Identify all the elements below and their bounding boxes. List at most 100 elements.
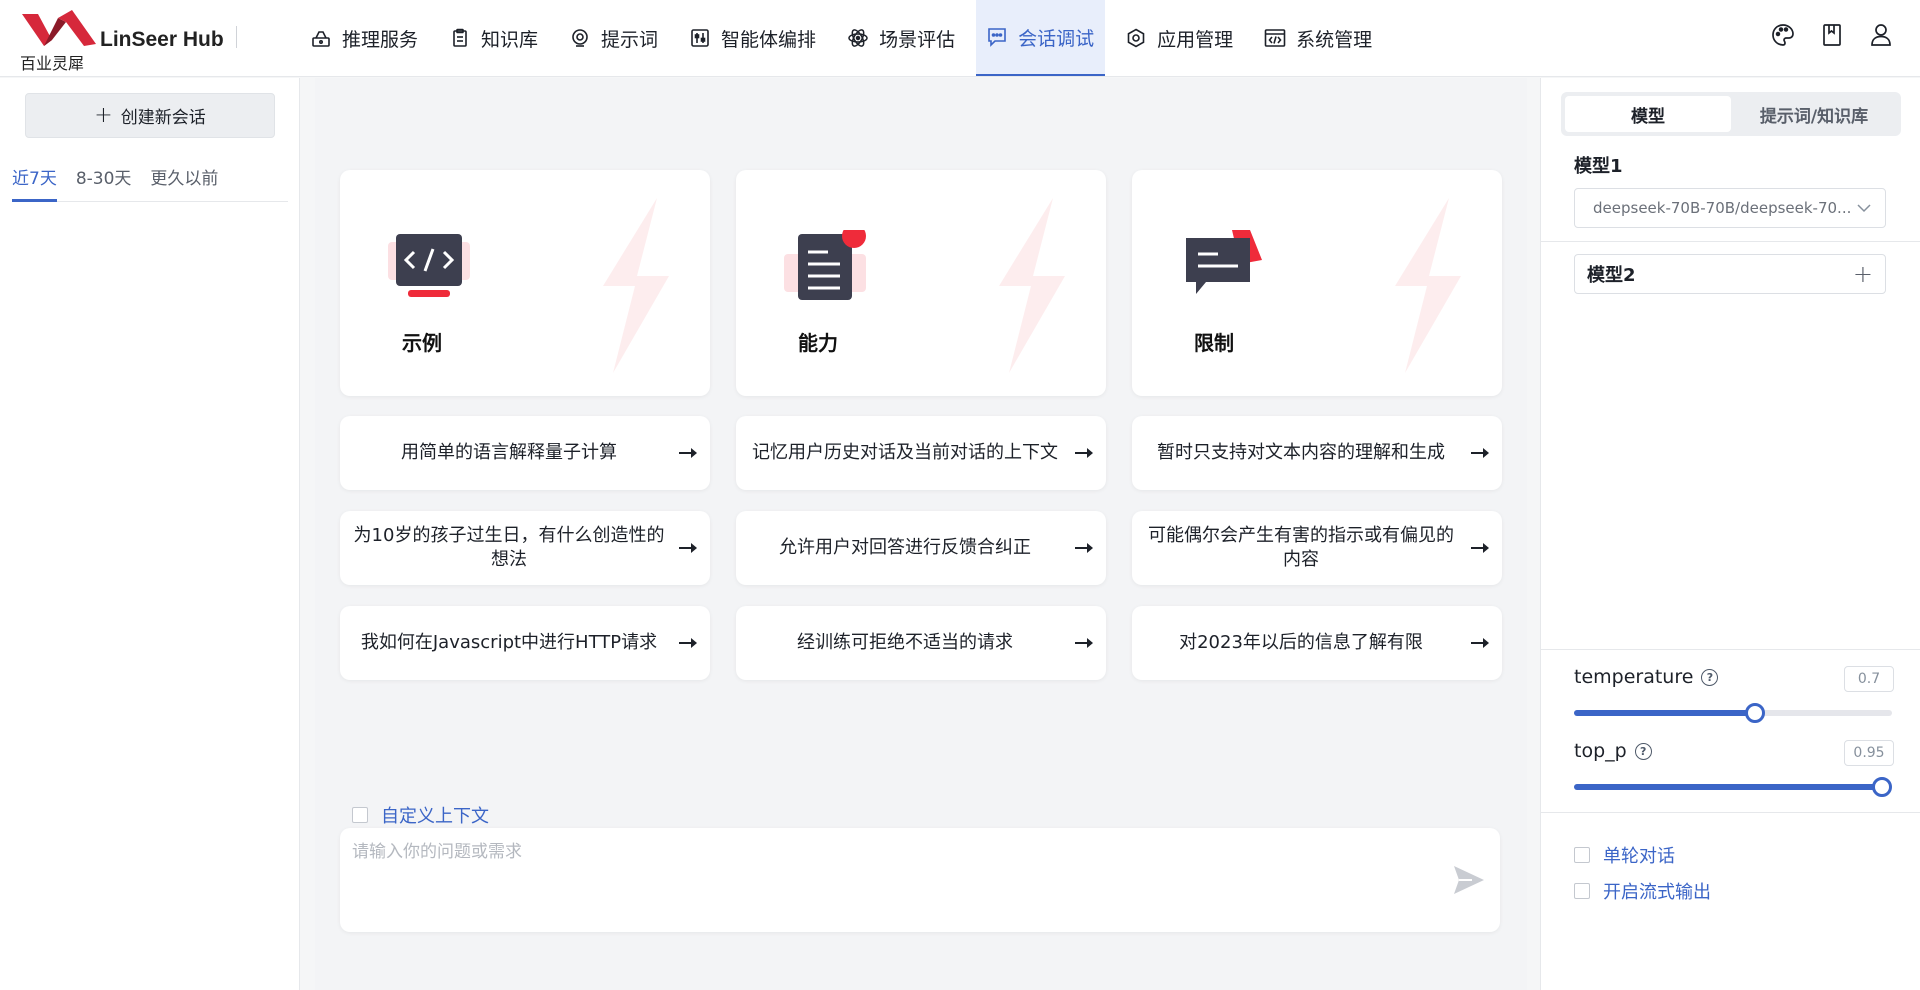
hexagon-gear-icon <box>1125 27 1147 49</box>
logo-mark-icon <box>22 10 96 46</box>
prompt-text: 可能偶尔会产生有害的指示或有偏见的内容 <box>1148 525 1454 570</box>
code-monitor-icon <box>388 234 470 297</box>
prompt-text: 允许用户对回答进行反馈合纠正 <box>779 537 1031 558</box>
nav-item-app-management[interactable]: 应用管理 <box>1115 0 1244 76</box>
prompt-suggestion[interactable]: 可能偶尔会产生有害的指示或有偏见的内容 <box>1132 511 1502 585</box>
conversation-sidebar: + 创建新会话 近7天 8-30天 更久以前 <box>0 78 300 990</box>
single-turn-checkbox[interactable] <box>1574 847 1590 863</box>
feature-card-examples: 示例 <box>340 170 710 396</box>
user-icon[interactable] <box>1868 22 1894 48</box>
prompt-suggestion[interactable]: 记忆用户历史对话及当前对话的上下文 <box>736 416 1106 490</box>
arrow-right-icon <box>679 448 697 458</box>
arrow-right-icon <box>1075 638 1093 648</box>
palette-icon[interactable] <box>1770 22 1796 48</box>
arrow-right-icon <box>1471 638 1489 648</box>
prompt-text: 用简单的语言解释量子计算 <box>401 442 617 463</box>
prompt-suggestion[interactable]: 暂时只支持对文本内容的理解和生成 <box>1132 416 1502 490</box>
prompt-suggestion[interactable]: 允许用户对回答进行反馈合纠正 <box>736 511 1106 585</box>
nav-item-inference[interactable]: 推理服务 <box>300 0 429 76</box>
help-icon[interactable]: ? <box>1701 668 1719 686</box>
tab-model[interactable]: 模型 <box>1565 96 1731 132</box>
custom-context-checkbox[interactable] <box>352 807 368 823</box>
temperature-slider[interactable] <box>1574 703 1892 723</box>
brand-logo[interactable]: LinSeer Hub 百业灵犀 <box>18 8 238 73</box>
arrow-right-icon <box>679 638 697 648</box>
message-input[interactable] <box>352 842 1412 862</box>
main-nav: 推理服务 知识库 提示词 智能体编排 场景评估 会话调试 应用管理 系统管理 <box>300 0 1393 76</box>
help-icon[interactable]: ? <box>1634 742 1652 760</box>
section-divider <box>1541 649 1920 650</box>
brand-subtitle: 百业灵犀 <box>20 54 85 73</box>
option-label: 开启流式输出 <box>1603 882 1711 903</box>
message-composer <box>340 828 1500 932</box>
prompt-suggestion[interactable]: 用简单的语言解释量子计算 <box>340 416 710 490</box>
nav-label: 提示词 <box>601 28 659 51</box>
prompt-suggestion[interactable]: 为10岁的孩子过生日，有什么创造性的想法 <box>340 511 710 585</box>
lightning-watermark-icon <box>999 198 1065 373</box>
prompt-text: 暂时只支持对文本内容的理解和生成 <box>1157 442 1445 463</box>
model1-label: 模型1 <box>1574 156 1623 177</box>
nav-item-agent-orchestration[interactable]: 智能体编排 <box>679 0 827 76</box>
inference-icon <box>310 27 332 49</box>
prompt-icon <box>569 27 591 49</box>
prompt-text: 对2023年以后的信息了解有限 <box>1179 632 1423 653</box>
tab-8-30-days[interactable]: 8-30天 <box>76 158 132 202</box>
section-divider <box>1541 241 1920 242</box>
prompt-suggestion[interactable]: 对2023年以后的信息了解有限 <box>1132 606 1502 680</box>
streaming-checkbox[interactable] <box>1574 883 1590 899</box>
settings-panel: 模型 提示词/知识库 模型1 deepseek-70B-70B/deepseek… <box>1540 78 1920 990</box>
nav-item-chat-debug[interactable]: 会话调试 <box>976 0 1106 76</box>
book-icon[interactable] <box>1819 22 1845 48</box>
brand-name: LinSeer Hub <box>100 28 224 51</box>
option-label: 单轮对话 <box>1603 846 1675 867</box>
nav-label: 智能体编排 <box>721 28 817 51</box>
nav-label: 会话调试 <box>1018 27 1095 50</box>
temperature-value-input[interactable]: 0.7 <box>1844 666 1894 692</box>
custom-context-label: 自定义上下文 <box>381 806 489 827</box>
chat-icon <box>986 26 1008 48</box>
arrow-right-icon <box>1471 448 1489 458</box>
settings-tab-switcher: 模型 提示词/知识库 <box>1561 92 1901 136</box>
send-icon[interactable] <box>1452 864 1486 896</box>
nav-item-knowledge[interactable]: 知识库 <box>439 0 549 76</box>
arrow-right-icon <box>1075 543 1093 553</box>
arrow-right-icon <box>1471 543 1489 553</box>
section-divider <box>1541 812 1920 813</box>
tab-last-7-days[interactable]: 近7天 <box>12 158 57 202</box>
feature-card-limitations: 限制 <box>1132 170 1502 396</box>
nav-item-scenario-eval[interactable]: 场景评估 <box>837 0 966 76</box>
slider-thumb[interactable] <box>1745 703 1766 723</box>
nav-label: 场景评估 <box>879 28 956 51</box>
feature-title: 示例 <box>402 331 442 355</box>
atom-icon <box>847 27 869 49</box>
tab-older[interactable]: 更久以前 <box>150 158 218 202</box>
chat-main-area: 示例 能力 限制 用简单的语言解释量子计算 记忆用户历史对话及当前对话的上下文 … <box>315 78 1527 990</box>
model2-label: 模型2 <box>1587 265 1636 286</box>
chevron-down-icon <box>1857 204 1871 213</box>
tab-prompt-knowledge[interactable]: 提示词/知识库 <box>1731 96 1897 132</box>
slider-thumb[interactable] <box>1872 777 1893 797</box>
param-temperature: temperature ? 0.7 <box>1574 666 1894 723</box>
feature-title: 限制 <box>1194 331 1234 355</box>
top-p-value-input[interactable]: 0.95 <box>1844 740 1894 766</box>
param-name: top_p <box>1574 740 1627 762</box>
code-window-icon <box>1264 27 1286 49</box>
header-actions <box>1770 22 1894 48</box>
new-chat-button[interactable]: + 创建新会话 <box>25 93 275 138</box>
prompt-text: 经训练可拒绝不适当的请求 <box>797 632 1013 653</box>
nav-item-system-management[interactable]: 系统管理 <box>1254 0 1383 76</box>
lightning-watermark-icon <box>603 198 669 373</box>
clipboard-icon <box>449 27 471 49</box>
add-model2-button[interactable]: 模型2 + <box>1574 254 1886 294</box>
custom-context-toggle[interactable]: 自定义上下文 <box>352 802 489 828</box>
top-p-slider[interactable] <box>1574 777 1893 797</box>
prompt-suggestion[interactable]: 我如何在Javascript中进行HTTP请求 <box>340 606 710 680</box>
option-streaming[interactable]: 开启流式输出 <box>1574 878 1711 904</box>
message-icon <box>1186 230 1262 294</box>
document-icon <box>784 230 866 300</box>
model1-select[interactable]: deepseek-70B-70B/deepseek-70... <box>1574 188 1886 228</box>
option-single-turn[interactable]: 单轮对话 <box>1574 842 1675 868</box>
nav-item-prompts[interactable]: 提示词 <box>559 0 669 76</box>
sliders-icon <box>689 27 711 49</box>
prompt-suggestion[interactable]: 经训练可拒绝不适当的请求 <box>736 606 1106 680</box>
